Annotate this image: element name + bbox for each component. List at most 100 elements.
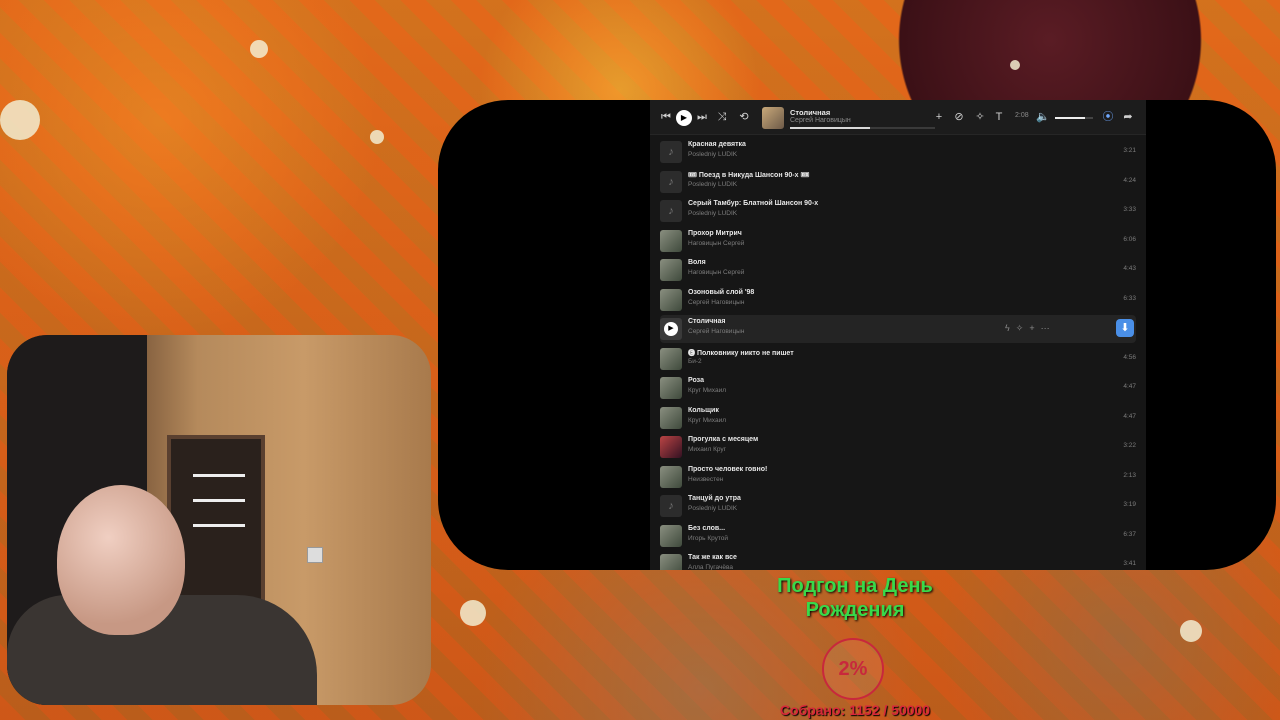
track-artist[interactable]: Posledniy LUDIK <box>688 151 737 158</box>
track-row[interactable]: ♪ Танцуй до утра Posledniy LUDIK 3:19 <box>660 492 1136 520</box>
track-artist[interactable]: Неизвестен <box>688 476 723 483</box>
track-row[interactable]: ♪ 🎟 Поезд в Никуда Шансон 90-х 🎟 Posledniy… <box>660 168 1136 196</box>
sparkle-icon[interactable]: ✧ <box>1016 323 1030 333</box>
track-cover[interactable] <box>660 347 682 370</box>
play-icon[interactable]: ▶ <box>664 322 678 336</box>
shuffle-icon[interactable]: ⤨ <box>714 109 730 125</box>
track-title[interactable]: Без слов... <box>688 525 725 532</box>
play-icon[interactable]: ▶ <box>676 110 692 126</box>
track-row[interactable]: Роза Круг Михаил 4:47 <box>660 374 1136 402</box>
track-title[interactable]: 🎟 Поезд в Никуда Шансон 90-х 🎟 <box>688 171 809 179</box>
track-cover[interactable] <box>660 377 682 399</box>
dislike-icon[interactable]: ⊘ <box>951 109 967 125</box>
track-row[interactable]: Просто человек говно! Неизвестен 2:13 <box>660 463 1136 491</box>
track-artist[interactable]: Наговицын Сергей <box>688 240 744 247</box>
track-cover[interactable]: ♪ <box>660 170 682 193</box>
track-duration: 6:06 <box>1123 235 1136 243</box>
track-artist[interactable]: Сергей Наговицын <box>688 299 744 306</box>
now-playing-artist[interactable]: Сергей Наговицын <box>790 117 851 124</box>
volume-icon[interactable]: 🔈 <box>1035 109 1051 125</box>
broadcast-icon[interactable]: ⦿ <box>1100 109 1116 125</box>
next-icon[interactable]: ⏭ <box>694 109 710 125</box>
track-artist[interactable]: Posledniy LUDIK <box>688 181 737 188</box>
track-title[interactable]: Прогулка с месяцем <box>688 436 758 443</box>
progress-bar[interactable] <box>790 127 935 129</box>
track-artist[interactable]: Наговицын Сергей <box>688 269 744 276</box>
track-cover[interactable]: ♪ <box>660 495 682 517</box>
track-duration: 4:43 <box>1123 265 1136 272</box>
track-row[interactable]: 🅔 Полковнику никто не пишет Би-2 4:56 <box>660 345 1136 373</box>
background-splash <box>1180 620 1202 642</box>
track-title[interactable]: Озоновый слой '98 <box>688 289 754 296</box>
track-cover[interactable] <box>660 436 682 458</box>
track-title[interactable]: 🅔 Полковнику никто не пишет <box>688 348 794 358</box>
track-row[interactable]: ▶ Столичная Сергей Наговицын ϟ✧+⋯ ⬇ <box>660 315 1136 343</box>
now-playing-cover[interactable] <box>762 107 784 129</box>
track-artist[interactable]: Би-2 <box>688 358 702 365</box>
track-title[interactable]: Красная девятка <box>688 141 746 148</box>
volume-slider[interactable] <box>1055 117 1093 119</box>
share-icon[interactable]: ➦ <box>1120 109 1136 125</box>
track-title[interactable]: Просто человек говно! <box>688 466 767 473</box>
track-artist[interactable]: Михаил Круг <box>688 446 726 453</box>
prev-icon[interactable]: ⏮ <box>658 109 674 125</box>
track-title[interactable]: Прохор Митрич <box>688 230 742 237</box>
track-cover[interactable] <box>660 406 682 429</box>
person-head <box>57 485 185 635</box>
track-title[interactable]: Танцуй до утра <box>688 495 741 502</box>
door-stripe <box>193 499 245 502</box>
now-playing-title[interactable]: Столичная <box>790 108 830 117</box>
track-cover[interactable]: ♪ <box>660 200 682 222</box>
track-row[interactable]: Кольщик Круг Михаил 4:47 <box>660 404 1136 432</box>
progress-fill <box>790 127 870 129</box>
more-icon[interactable]: ⋯ <box>1041 323 1056 333</box>
track-cover[interactable] <box>660 259 682 281</box>
track-title[interactable]: Роза <box>688 377 704 384</box>
track-cover[interactable] <box>660 229 682 252</box>
track-artist[interactable]: Круг Михаил <box>688 387 726 394</box>
track-artist[interactable]: Круг Михаил <box>688 417 726 424</box>
track-title[interactable]: Так же как все <box>688 554 737 561</box>
track-duration: 4:56 <box>1123 353 1136 361</box>
track-title[interactable]: Кольщик <box>688 407 719 414</box>
music-note-icon: ♪ <box>668 175 674 188</box>
track-cover[interactable] <box>660 465 682 488</box>
track-row[interactable]: ♪ Серый Тамбур: Блатной Шансон 90-х Posled… <box>660 197 1136 225</box>
track-cover[interactable] <box>660 288 682 311</box>
track-cover[interactable]: ♪ <box>660 141 682 163</box>
track-title[interactable]: Столичная <box>688 318 726 325</box>
track-artist[interactable]: Алла Пугачёва <box>688 564 733 570</box>
webcam-feed <box>7 335 431 705</box>
track-actions[interactable]: ϟ✧+⋯ <box>1005 323 1056 334</box>
track-artist[interactable]: Posledniy LUDIK <box>688 505 737 512</box>
background-splash <box>460 600 486 626</box>
text-icon[interactable]: T <box>991 109 1007 125</box>
track-title[interactable]: Серый Тамбур: Блатной Шансон 90-х <box>688 200 818 207</box>
add-icon[interactable]: + <box>1029 323 1040 333</box>
track-cover[interactable] <box>660 524 682 547</box>
background-splash <box>370 130 384 144</box>
track-row[interactable]: Так же как все Алла Пугачёва 3:41 <box>660 551 1136 570</box>
background-splash <box>1010 60 1020 70</box>
sparkle-icon[interactable]: ✧ <box>972 109 988 125</box>
track-row[interactable]: Прогулка с месяцем Михаил Круг 3:22 <box>660 433 1136 461</box>
track-row[interactable]: Озоновый слой '98 Сергей Наговицын 6:33 <box>660 286 1136 314</box>
donation-collected: Собрано: 1152 / 50000 <box>779 702 931 718</box>
door-stripe <box>193 524 245 527</box>
track-artist[interactable]: Игорь Крутой <box>688 535 728 542</box>
repeat-icon[interactable]: ⟲ <box>736 109 752 125</box>
track-title[interactable]: Воля <box>688 259 706 266</box>
track-row[interactable]: ♪ Красная девятка Posledniy LUDIK 3:21 <box>660 138 1136 166</box>
track-artist[interactable]: Posledniy LUDIK <box>688 210 737 217</box>
add-icon[interactable]: + <box>931 109 947 125</box>
flash-icon[interactable]: ϟ <box>1005 323 1016 333</box>
track-row[interactable]: Воля Наговицын Сергей 4:43 <box>660 256 1136 284</box>
track-cover[interactable] <box>660 554 682 570</box>
download-icon[interactable]: ⬇ <box>1116 319 1134 337</box>
track-duration: 4:47 <box>1123 383 1136 390</box>
track-row[interactable]: Без слов... Игорь Крутой 6:37 <box>660 522 1136 550</box>
track-duration: 3:41 <box>1123 560 1136 567</box>
track-cover[interactable]: ▶ <box>660 318 682 340</box>
track-row[interactable]: Прохор Митрич Наговицын Сергей 6:06 <box>660 227 1136 255</box>
track-artist[interactable]: Сергей Наговицын <box>688 328 744 335</box>
